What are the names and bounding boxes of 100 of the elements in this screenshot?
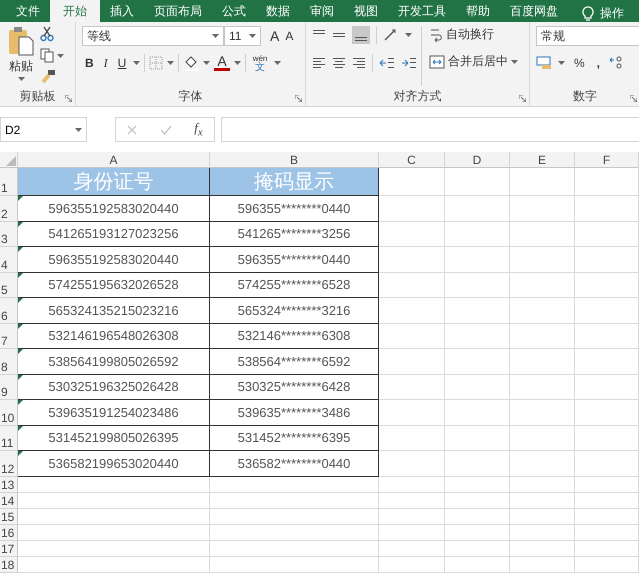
format-painter-icon[interactable] xyxy=(40,69,56,83)
increase-indent-icon[interactable] xyxy=(401,57,417,69)
ribbon-tab[interactable]: 插入 xyxy=(100,0,144,22)
empty-cell[interactable] xyxy=(510,298,575,324)
caret-icon[interactable] xyxy=(75,128,82,132)
row-header[interactable]: 17 xyxy=(0,540,18,556)
column-header[interactable]: A xyxy=(18,152,210,168)
empty-cell[interactable] xyxy=(575,540,639,556)
row-header[interactable]: 6 xyxy=(0,298,18,324)
empty-cell[interactable] xyxy=(210,492,379,508)
empty-cell[interactable] xyxy=(210,476,379,492)
column-header[interactable]: F xyxy=(575,152,639,168)
empty-cell[interactable] xyxy=(445,168,510,196)
underline-button[interactable]: U xyxy=(114,56,130,70)
empty-cell[interactable] xyxy=(379,426,445,451)
empty-cell[interactable] xyxy=(575,508,639,524)
row-header[interactable]: 2 xyxy=(0,196,18,222)
caret-icon[interactable] xyxy=(212,34,219,38)
empty-cell[interactable] xyxy=(445,247,510,272)
empty-cell[interactable] xyxy=(445,349,510,374)
ribbon-tab[interactable]: 开始 xyxy=(50,0,100,22)
font-color-button[interactable]: A xyxy=(214,55,230,71)
empty-cell[interactable] xyxy=(510,476,575,492)
empty-cell[interactable] xyxy=(445,508,510,524)
empty-cell[interactable] xyxy=(510,247,575,272)
empty-cell[interactable] xyxy=(510,400,575,426)
empty-cell[interactable] xyxy=(445,426,510,451)
empty-cell[interactable] xyxy=(445,324,510,349)
empty-cell[interactable] xyxy=(575,400,639,426)
empty-cell[interactable] xyxy=(379,524,445,540)
empty-cell[interactable] xyxy=(445,374,510,400)
caret-icon[interactable] xyxy=(274,61,282,65)
scissors-icon[interactable] xyxy=(40,26,54,42)
empty-cell[interactable] xyxy=(210,524,379,540)
ribbon-tab[interactable]: 数据 xyxy=(256,0,300,22)
empty-cell[interactable] xyxy=(575,451,639,476)
empty-cell[interactable] xyxy=(510,168,575,196)
ribbon-tab[interactable]: 文件 xyxy=(6,0,50,22)
empty-cell[interactable] xyxy=(210,540,379,556)
tell-me-search[interactable]: 操作 xyxy=(600,5,624,22)
number-format-dropdown[interactable]: 常规 xyxy=(536,26,639,46)
ribbon-tab[interactable]: 审阅 xyxy=(300,0,344,22)
row-header[interactable]: 5 xyxy=(0,272,18,298)
increase-font-size-button[interactable]: A xyxy=(267,28,282,44)
ribbon-tab[interactable]: 页面布局 xyxy=(144,0,212,22)
empty-cell[interactable] xyxy=(575,476,639,492)
empty-cell[interactable] xyxy=(379,374,445,400)
empty-cell[interactable] xyxy=(210,508,379,524)
row-header[interactable]: 14 xyxy=(0,492,18,508)
ribbon-tab[interactable]: 帮助 xyxy=(456,0,500,22)
formula-input-field[interactable] xyxy=(221,117,639,142)
empty-cell[interactable] xyxy=(510,451,575,476)
accounting-format-icon[interactable] xyxy=(536,56,552,70)
row-header[interactable]: 3 xyxy=(0,222,18,247)
empty-cell[interactable] xyxy=(510,324,575,349)
caret-icon[interactable] xyxy=(18,77,24,81)
borders-icon[interactable] xyxy=(149,56,164,70)
row-header[interactable]: 12 xyxy=(0,451,18,476)
empty-cell[interactable] xyxy=(575,324,639,349)
empty-cell[interactable] xyxy=(445,492,510,508)
dialog-launcher-icon[interactable] xyxy=(295,95,302,102)
copy-icon[interactable] xyxy=(40,48,54,63)
row-header[interactable]: 13 xyxy=(0,476,18,492)
empty-cell[interactable] xyxy=(575,222,639,247)
empty-cell[interactable] xyxy=(510,222,575,247)
column-header[interactable]: E xyxy=(510,152,575,168)
caret-icon[interactable] xyxy=(405,33,412,37)
empty-cell[interactable] xyxy=(510,540,575,556)
comma-style-button[interactable]: , xyxy=(594,56,604,70)
empty-cell[interactable] xyxy=(379,492,445,508)
align-left-icon[interactable] xyxy=(312,57,326,69)
ribbon-tab[interactable]: 百度网盘 xyxy=(500,0,568,22)
empty-cell[interactable] xyxy=(510,492,575,508)
empty-cell[interactable] xyxy=(445,476,510,492)
empty-cell[interactable] xyxy=(575,196,639,222)
align-center-icon[interactable] xyxy=(332,57,346,69)
insert-function-button[interactable]: f$_{x}$ xyxy=(194,120,203,139)
empty-cell[interactable] xyxy=(379,247,445,272)
row-header[interactable]: 8 xyxy=(0,349,18,374)
merge-center-button[interactable]: 合并后居中 xyxy=(426,53,521,70)
decrease-indent-icon[interactable] xyxy=(379,57,395,69)
empty-cell[interactable] xyxy=(379,324,445,349)
empty-cell[interactable] xyxy=(445,196,510,222)
empty-cell[interactable] xyxy=(445,540,510,556)
increase-decimal-icon[interactable] xyxy=(609,56,624,70)
name-box[interactable]: D2 xyxy=(0,117,87,142)
empty-cell[interactable] xyxy=(510,524,575,540)
empty-cell[interactable] xyxy=(575,426,639,451)
dialog-launcher-icon[interactable] xyxy=(519,95,526,102)
decrease-font-size-button[interactable]: A xyxy=(282,29,296,43)
empty-cell[interactable] xyxy=(510,374,575,400)
empty-cell[interactable] xyxy=(575,492,639,508)
empty-cell[interactable] xyxy=(445,400,510,426)
font-name-dropdown[interactable]: 等线 xyxy=(82,26,224,46)
caret-icon[interactable] xyxy=(133,61,140,65)
dialog-launcher-icon[interactable] xyxy=(65,95,72,102)
empty-cell[interactable] xyxy=(575,272,639,298)
ribbon-tab[interactable]: 视图 xyxy=(344,0,388,22)
wrap-text-button[interactable]: 自动换行 xyxy=(426,26,521,43)
empty-cell[interactable] xyxy=(379,400,445,426)
